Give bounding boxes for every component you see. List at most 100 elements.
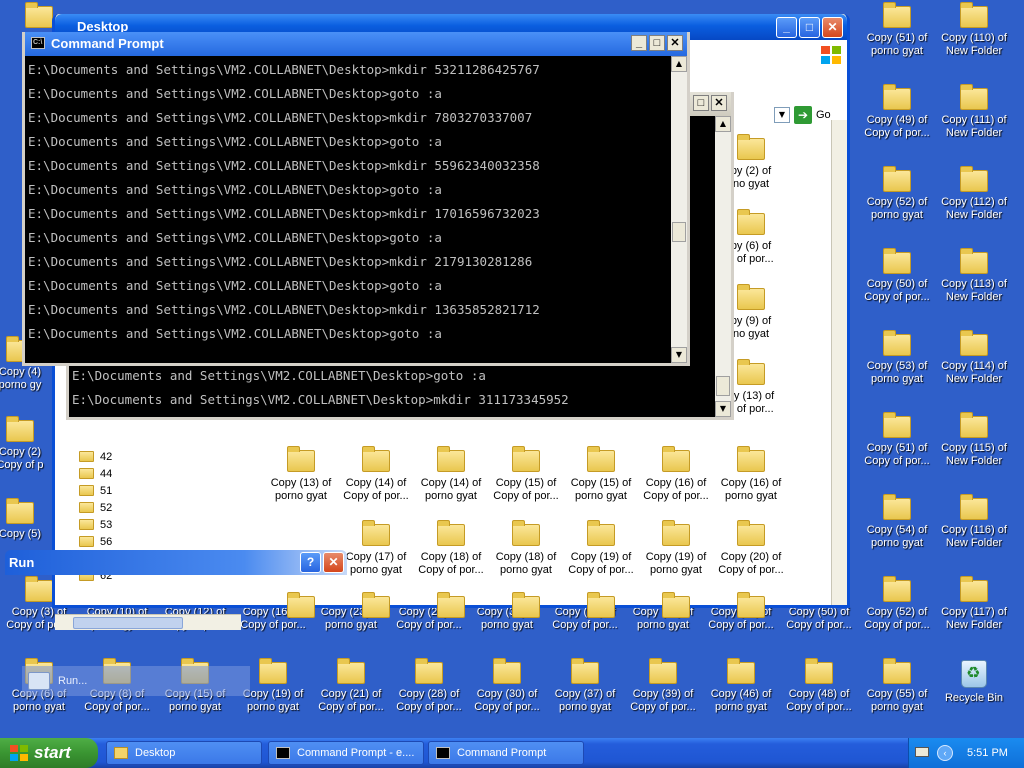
file-folder-item[interactable]: Copy (19) of porno gyat [640,520,712,588]
desktop-folder-icon[interactable]: Copy (51) of Copy of por... [858,412,936,486]
recycle-bin[interactable]: Recycle Bin [935,658,1013,732]
tree-horizontal-scrollbar[interactable] [55,614,241,630]
file-folder-item[interactable]: Copy (20) of Copy of por... [715,520,787,588]
desktop-folder-icon[interactable]: Copy (28) of Copy of por... [390,658,468,732]
close-button[interactable]: ✕ [711,95,727,111]
scroll-up-icon[interactable]: ▲ [715,116,731,132]
keyboard-icon[interactable] [915,747,929,757]
desktop-folder-icon[interactable]: Copy (39) of Copy of por... [624,658,702,732]
maximize-button[interactable]: □ [799,17,820,38]
file-folder-label: Copy (18) of Copy of por... [418,551,484,576]
taskbar-button-cmd-2[interactable]: Command Prompt [428,741,584,765]
address-dropdown-button[interactable]: ▼ [774,107,790,123]
taskbar-button-desktop[interactable]: Desktop [106,741,262,765]
file-folder-item[interactable]: Copy (18) of porno gyat [490,520,562,588]
desktop-folder-icon[interactable]: Copy (115) of New Folder [935,412,1013,486]
file-folder-item[interactable]: Copy (15) of porno gyat [565,446,637,514]
file-folder-item[interactable] [715,592,787,624]
explorer-vertical-scrollbar[interactable] [831,120,847,605]
start-menu-run-item[interactable]: Run... [22,666,250,696]
scroll-down-icon[interactable]: ▼ [671,347,687,363]
desktop-folder-icon[interactable]: Copy (116) of New Folder [935,494,1013,568]
desktop-folder-icon[interactable]: Copy (2) Copy of p [0,416,50,490]
tree-item[interactable]: 42 [79,448,239,465]
maximize-button[interactable]: □ [693,95,709,111]
close-button[interactable]: ✕ [667,35,683,51]
desktop-folder-icon[interactable]: Copy (52) of Copy of por... [858,576,936,650]
file-folder-item[interactable] [490,592,562,624]
desktop-folder-icon[interactable]: Copy (54) of porno gyat [858,494,936,568]
file-folder-item[interactable]: Copy (14) of Copy of por... [340,446,412,514]
tree-item-label: 51 [100,484,113,497]
minimize-button[interactable]: _ [631,35,647,51]
scroll-thumb[interactable] [716,376,730,396]
desktop-icon-label: Copy (54) of porno gyat [866,524,928,549]
cmd-scrollbar[interactable]: ▲ ▼ [671,56,687,363]
desktop-folder-icon[interactable]: Copy (55) of porno gyat [858,658,936,732]
desktop-folder-icon[interactable]: Copy (114) of New Folder [935,330,1013,404]
file-folder-item[interactable]: Copy (14) of porno gyat [415,446,487,514]
file-folder-item[interactable]: Copy (16) of porno gyat [715,446,787,514]
folder-icon [79,502,94,513]
file-folder-item[interactable] [340,592,412,624]
file-folder-item[interactable] [565,592,637,624]
desktop-folder-icon[interactable]: Copy (112) of New Folder [935,166,1013,240]
desktop-folder-icon[interactable]: Copy (111) of New Folder [935,84,1013,158]
scroll-up-icon[interactable]: ▲ [671,56,687,72]
folder-icon [883,2,911,28]
file-folder-item[interactable]: Copy (15) of Copy of por... [490,446,562,514]
tree-item[interactable]: 53 [79,516,239,533]
minimize-button[interactable]: _ [776,17,797,38]
file-folder-item[interactable]: Copy (19) of Copy of por... [565,520,637,588]
tree-item[interactable]: 51 [79,482,239,499]
desktop-folder-icon[interactable]: Copy (117) of New Folder [935,576,1013,650]
scroll-thumb[interactable] [672,222,686,242]
start-button[interactable]: start [0,738,98,768]
clock[interactable]: 5:51 PM [967,738,1008,768]
file-folder-item[interactable] [265,592,337,624]
close-button[interactable]: ✕ [822,17,843,38]
taskbar-button-cmd-1[interactable]: Command Prompt - e.... [268,741,424,765]
minimize-icon: _ [635,37,643,49]
desktop-folder-icon[interactable]: Copy (37) of porno gyat [546,658,624,732]
close-button[interactable]: ✕ [323,552,344,573]
tree-item-label: 44 [100,467,113,480]
file-folder-item[interactable]: Copy (13) of porno gyat [265,446,337,514]
desktop-folder-icon[interactable]: Copy (53) of porno gyat [858,330,936,404]
file-folder-item[interactable]: Copy (18) of Copy of por... [415,520,487,588]
scroll-thumb[interactable] [73,617,183,629]
desktop-folder-icon[interactable]: Copy (51) of porno gyat [858,2,936,76]
desktop-folder-icon[interactable]: Copy (48) of Copy of por... [780,658,858,732]
desktop-folder-icon[interactable]: Copy (30) of Copy of por... [468,658,546,732]
tree-item[interactable]: 44 [79,465,239,482]
desktop-folder-icon[interactable]: Copy (52) of porno gyat [858,166,936,240]
chevron-down-icon: ▼ [778,110,786,119]
desktop-folder-icon[interactable]: Copy (113) of New Folder [935,248,1013,322]
cmd-line: E:\Documents and Settings\VM2.COLLABNET\… [28,110,533,125]
desktop-folder-icon[interactable]: Copy (49) of Copy of por... [858,84,936,158]
desktop-folder-icon[interactable]: Copy (110) of New Folder [935,2,1013,76]
desktop-folder-icon[interactable]: Copy (46) of porno gyat [702,658,780,732]
desktop-icon-label: Copy (39) of Copy of por... [630,688,696,713]
cmd-output[interactable]: E:\Documents and Settings\VM2.COLLABNET\… [25,56,671,363]
run-dialog-titlebar[interactable]: Run ? ✕ [5,550,347,575]
maximize-button[interactable]: □ [649,35,665,51]
cmd-titlebar[interactable]: C:\ Command Prompt _ □ ✕ [25,32,687,56]
show-hidden-icons-icon[interactable]: ‹ [937,745,953,761]
tree-item[interactable]: 56 [79,533,239,550]
cmd-system-icon[interactable]: C:\ [31,37,45,49]
file-folder-item[interactable] [415,592,487,624]
help-button[interactable]: ? [300,552,321,573]
cmd-back-scrollbar[interactable]: ▲ ▼ [715,116,731,417]
desktop-folder-icon[interactable]: Copy (21) of Copy of por... [312,658,390,732]
scroll-down-icon[interactable]: ▼ [715,401,731,417]
file-folder-item[interactable]: Copy (16) of Copy of por... [640,446,712,514]
tree-item[interactable]: 52 [79,499,239,516]
taskbar: start Desktop Command Prompt - e.... Com… [0,738,1024,768]
file-folder-item[interactable]: Copy (17) of porno gyat [340,520,412,588]
desktop-folder-icon[interactable]: Copy (50) of Copy of por... [858,248,936,322]
folder-icon [883,330,911,356]
go-arrow-icon[interactable]: ➔ [794,106,812,124]
go-button-label[interactable]: Go [816,109,831,121]
file-folder-item[interactable] [640,592,712,624]
